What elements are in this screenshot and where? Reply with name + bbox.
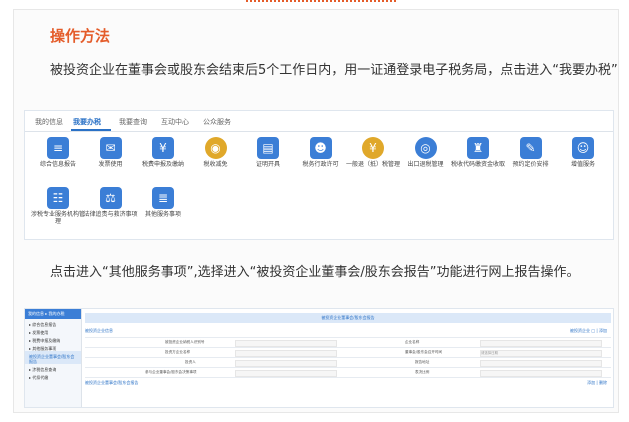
sidebar-item[interactable]: ▸ 综合信息报告 — [25, 319, 81, 327]
content-card: 操作方法 被投资企业在董事会或股东会结束后5个工作日内，用一证通登录电子税务局，… — [13, 9, 619, 413]
form-main: 被投资企业董事会/股东会报告 被投资企业信息 被投资企业 □ | 添加 被投资企… — [85, 313, 611, 386]
form-label: 投资人 — [185, 360, 196, 364]
service-item[interactable]: ¥ 一般退（抵）税管理 — [346, 137, 400, 168]
form-input[interactable] — [235, 360, 337, 367]
form-label: 报告地址 — [415, 360, 430, 364]
paragraph-select: 点击进入“其他服务事项”,选择进入“被投资企业董事会/股东会报告”功能进行网上报… — [50, 265, 580, 280]
footer-left: 被投资企业董事会/股东会报告 — [85, 380, 139, 385]
service-item[interactable]: ⚖ 法律追责与救济事项 — [84, 187, 138, 218]
tab-my-info[interactable]: 我的信息 — [35, 117, 63, 127]
sidebar: 我的信息 ▸ 我的办税 ▸ 综合信息报告 ▸ 发票使用 ▸ 税费申报及缴纳 ▸ … — [25, 309, 82, 407]
section-title: 操作方法 — [50, 27, 111, 45]
report-form: 被投资企业纳税人识别号 企业名称 投资方企业名称 董事会/股东会召开时间 请选择… — [85, 337, 611, 378]
form-row: 投资人 报告地址 — [85, 358, 611, 368]
service-label: 预约定价安排 — [512, 161, 549, 168]
tab-public-service[interactable]: 公众服务 — [203, 117, 231, 127]
form-row: 投资方企业名称 董事会/股东会召开时间 请选择日期 — [85, 348, 611, 358]
service-item[interactable]: ≣ 其他服务事项 — [136, 187, 190, 218]
active-tab-indicator — [71, 129, 111, 131]
doc-icon: ≡ — [47, 137, 69, 159]
org-icon: ☷ — [47, 187, 69, 209]
service-label: 税收减免 — [203, 161, 228, 168]
service-label: 一般退（抵）税管理 — [346, 161, 401, 168]
service-label: 其他服务事项 — [144, 211, 181, 218]
service-item[interactable]: ¥ 税费申报及缴纳 — [136, 137, 190, 168]
refund-icon: ¥ — [362, 137, 384, 159]
top-divider — [246, 0, 396, 5]
form-title: 被投资企业董事会/股东会报告 — [85, 313, 611, 323]
form-label: 被投资企业纳税人识别号 — [165, 340, 205, 344]
date-picker[interactable]: 请选择日期 — [480, 350, 602, 357]
form-input[interactable] — [235, 370, 337, 377]
paragraph-login: 被投资企业在董事会或股东会结束后5个工作日内，用一证通登录电子税务局，点击进入“… — [50, 63, 618, 78]
compass-icon: ✎ — [519, 137, 542, 159]
form-subheader: 被投资企业信息 被投资企业 □ | 添加 — [85, 328, 611, 334]
form-input[interactable] — [480, 340, 602, 347]
form-label: 投资方企业名称 — [165, 350, 191, 354]
sidebar-item[interactable]: ▸ 涉税信息查询 — [25, 364, 81, 372]
service-label: 税费申报及缴纳 — [141, 161, 184, 168]
globe-icon: ◎ — [414, 137, 437, 159]
sidebar-item-board-report[interactable]: 被投资企业董事会/股东会报告 — [25, 351, 81, 364]
form-label: 表决比例 — [415, 370, 430, 374]
bag-icon: ♜ — [467, 137, 489, 159]
service-item[interactable]: ✉ 发票使用 — [84, 137, 138, 168]
service-label: 证明开具 — [255, 161, 280, 168]
sidebar-item[interactable]: ▸ 发票使用 — [25, 327, 81, 335]
service-item[interactable]: ▤ 证明开具 — [241, 137, 295, 168]
service-label: 税务行政许可 — [302, 161, 339, 168]
form-row: 参与企业董事会/股东会决策事项 表决比例 — [85, 368, 611, 378]
screenshot-tax-portal: 我的信息 我要办税 我要查询 互动中心 公众服务 ≡ 综合信息报告 ✉ 发票使用 ¥ 税费… — [24, 110, 614, 240]
service-label: 税收代码缴资金收取 — [451, 161, 506, 168]
form-input[interactable] — [480, 360, 602, 367]
sidebar-header: 我的信息 ▸ 我的办税 — [25, 309, 81, 319]
footer-actions[interactable]: 添加 | 删除 — [587, 380, 607, 386]
service-item[interactable]: ☺ 增值服务 — [556, 137, 610, 168]
service-item[interactable]: ◉ 税收减免 — [189, 137, 243, 168]
form-input[interactable] — [480, 370, 602, 377]
subheader-left: 被投资企业信息 — [85, 328, 113, 333]
form-label: 企业名称 — [405, 340, 420, 344]
tab-interaction[interactable]: 互动中心 — [161, 117, 189, 127]
coin-icon: ◉ — [204, 137, 227, 159]
form-input[interactable] — [235, 350, 337, 357]
certificate-icon: ▤ — [257, 137, 279, 159]
service-item[interactable]: ☷ 涉税专业服务机构管理 — [31, 187, 85, 225]
sidebar-item[interactable]: ▸ 代扣代缴 — [25, 372, 81, 380]
service-item[interactable]: ✎ 预约定价安排 — [504, 137, 558, 168]
person-icon: ☻ — [309, 137, 332, 159]
form-label: 董事会/股东会召开时间 — [405, 350, 443, 354]
form-label: 参与企业董事会/股东会决策事项 — [145, 370, 197, 374]
service-item[interactable]: ◎ 出口退税管理 — [399, 137, 453, 168]
user-icon: ☺ — [572, 137, 594, 159]
law-icon: ⚖ — [99, 187, 122, 209]
service-item[interactable]: ☻ 税务行政许可 — [294, 137, 348, 168]
list-icon: ≣ — [152, 187, 174, 209]
form-row: 被投资企业纳税人识别号 企业名称 — [85, 338, 611, 348]
service-label: 增值服务 — [570, 161, 595, 168]
service-label: 法律追责与救济事项 — [83, 211, 138, 218]
tab-query[interactable]: 我要查询 — [119, 117, 147, 127]
screenshot-report-form: 我的信息 ▸ 我的办税 ▸ 综合信息报告 ▸ 发票使用 ▸ 税费申报及缴纳 ▸ … — [24, 308, 614, 408]
sidebar-item[interactable]: ▸ 其他服务事项 — [25, 343, 81, 351]
nav-tabs: 我的信息 我要办税 我要查询 互动中心 公众服务 — [25, 111, 613, 132]
subheader-right-link[interactable]: 被投资企业 □ | 添加 — [570, 328, 607, 334]
form-input[interactable] — [235, 340, 337, 347]
yen-icon: ¥ — [152, 137, 174, 159]
service-label: 涉税专业服务机构管理 — [31, 211, 86, 225]
service-label: 发票使用 — [98, 161, 123, 168]
service-item[interactable]: ≡ 综合信息报告 — [31, 137, 85, 168]
form-footer: 被投资企业董事会/股东会报告 添加 | 删除 — [85, 380, 611, 386]
service-item[interactable]: ♜ 税收代码缴资金收取 — [451, 137, 505, 168]
service-label: 出口退税管理 — [407, 161, 444, 168]
sidebar-item[interactable]: ▸ 税费申报及缴纳 — [25, 335, 81, 343]
invoice-icon: ✉ — [99, 137, 122, 159]
tab-tax-handling[interactable]: 我要办税 — [73, 117, 101, 127]
service-label: 综合信息报告 — [39, 161, 76, 168]
